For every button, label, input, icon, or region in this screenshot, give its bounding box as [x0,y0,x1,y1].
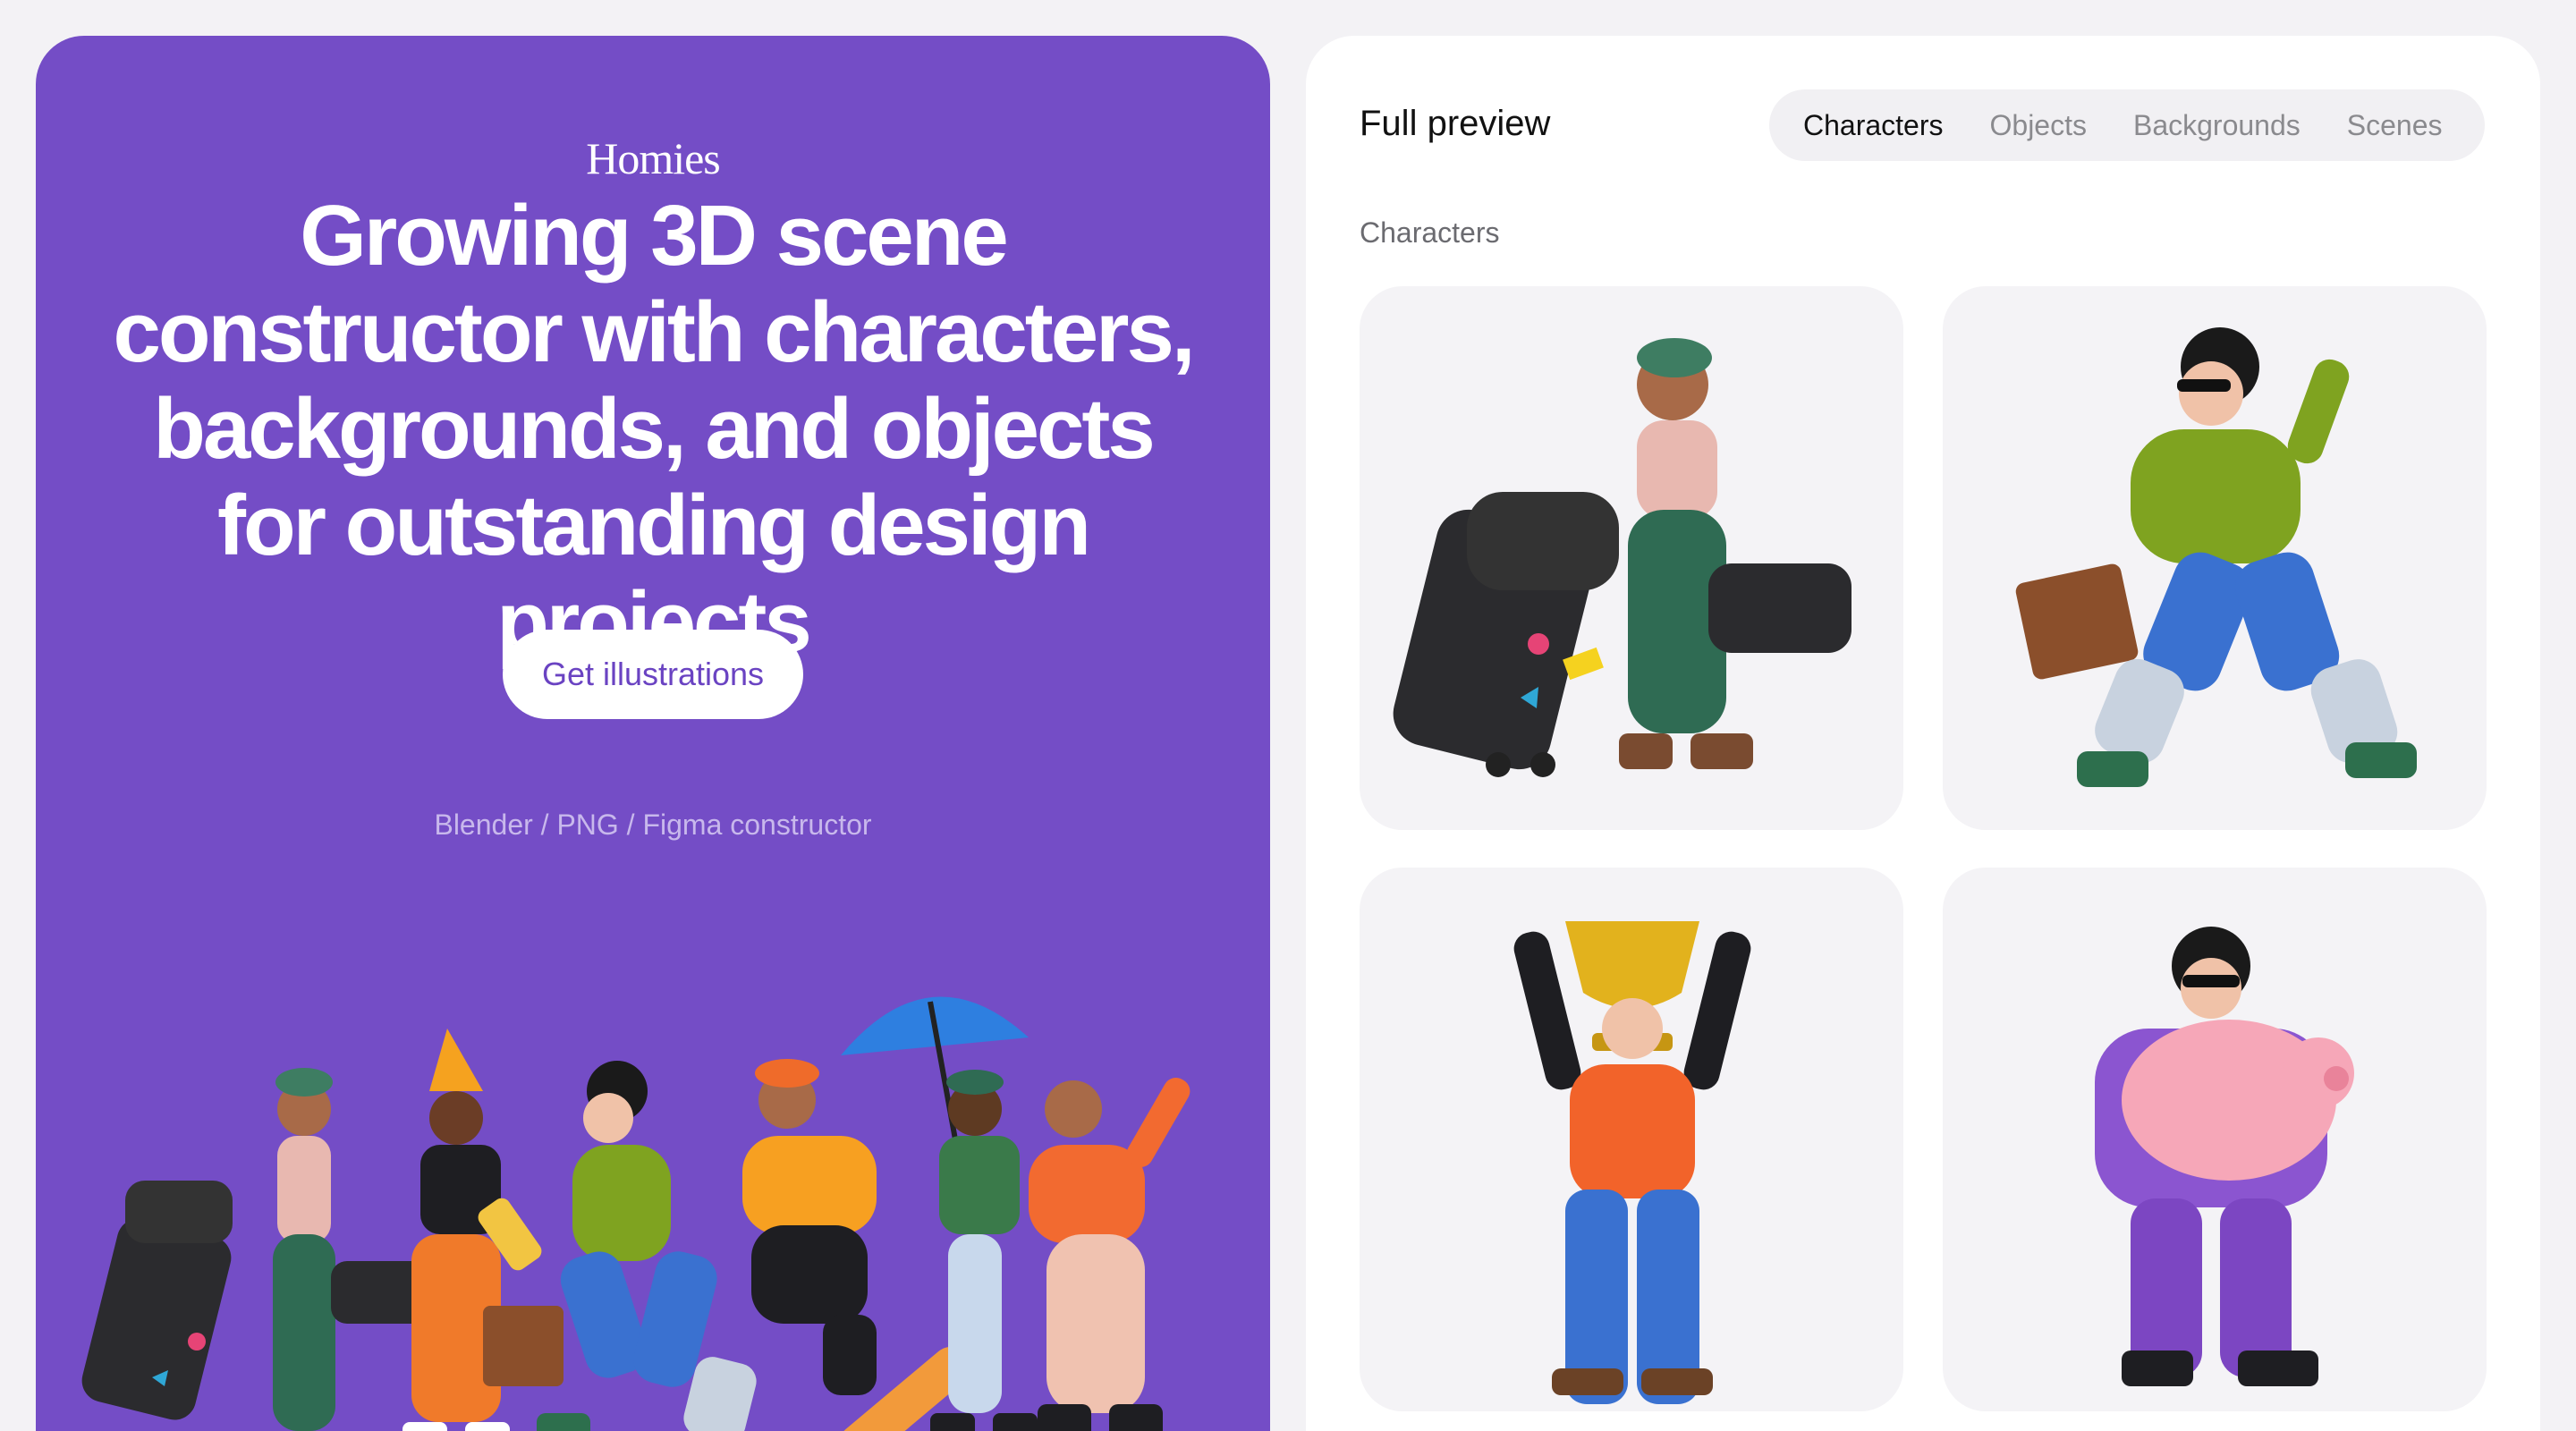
walking-woman-with-briefcase-illustration [2015,327,2417,787]
character-2 [402,1029,564,1431]
character-4 [742,1059,971,1431]
character-card-piggy-woman[interactable] [1943,868,2487,1411]
hero-panel: Homies Growing 3D scene constructor with… [36,36,1270,1431]
tab-objects[interactable]: Objects [1990,109,2087,142]
traveler-with-luggage-illustration [1393,338,1852,777]
hero-headline: Growing 3D scene constructor with charac… [113,188,1195,670]
character-3 [537,1061,757,1431]
character-1 [273,1068,429,1431]
character-card-walking-woman[interactable] [1943,286,2487,830]
preview-panel: Full preview Characters Objects Backgrou… [1306,36,2540,1431]
tab-characters[interactable]: Characters [1803,109,1944,142]
character-card-trophy-man[interactable] [1360,868,1903,1411]
man-holding-trophy-illustration [1513,921,1751,1404]
tab-backgrounds[interactable]: Backgrounds [2133,109,2301,142]
luggage-icon [81,1181,233,1420]
character-card-traveler[interactable] [1360,286,1903,830]
tab-scenes[interactable]: Scenes [2347,109,2443,142]
brand-logo[interactable]: Homies [36,132,1270,184]
character-6 [1029,1077,1191,1431]
category-tabs: Characters Objects Backgrounds Scenes [1769,89,2485,161]
woman-holding-piggy-bank-illustration [2095,927,2354,1386]
preview-title: Full preview [1360,104,1551,143]
get-illustrations-button[interactable]: Get illustrations [503,630,803,719]
section-label: Characters [1360,216,1500,249]
formats-caption: Blender / PNG / Figma constructor [434,809,872,841]
character-crowd-illustration [81,996,1191,1431]
